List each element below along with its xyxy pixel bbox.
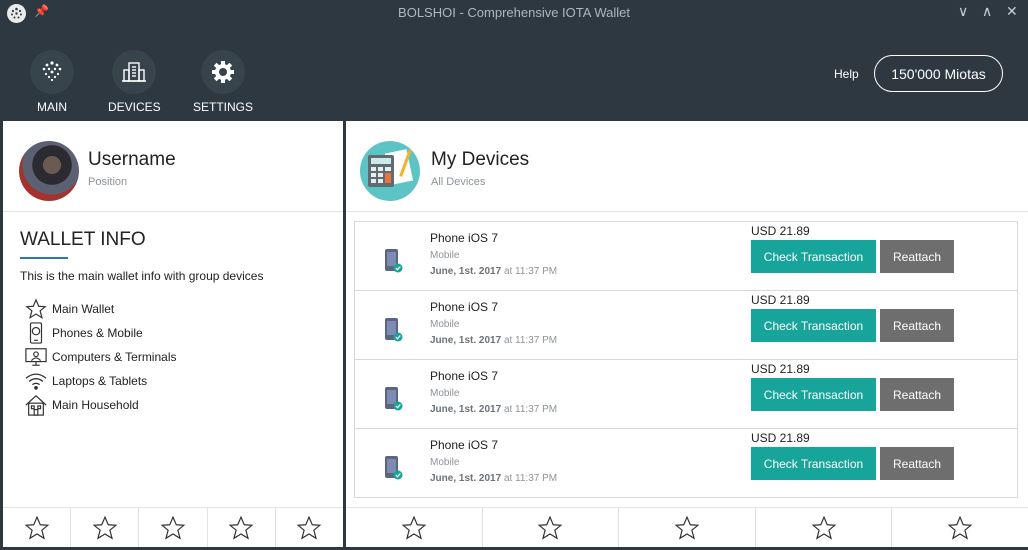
check-transaction-button[interactable]: Check Transaction bbox=[751, 378, 876, 411]
title-bar: 📌 BOLSHOI - Comprehensive IOTA Wallet ∨ … bbox=[0, 0, 1028, 26]
device-row: Phone iOS 7 Mobile June, 1st. 2017 at 11… bbox=[355, 360, 1017, 429]
group-item-label: Main Household bbox=[52, 398, 139, 412]
gear-icon bbox=[201, 50, 245, 94]
right-panel: My Devices All Devices Phone iOS 7 Mobil… bbox=[346, 121, 1028, 547]
reattach-button[interactable]: Reattach bbox=[880, 447, 954, 480]
group-item-phones[interactable]: Phones & Mobile bbox=[23, 321, 177, 345]
device-price: USD 21.89 bbox=[751, 224, 810, 238]
device-name: Phone iOS 7 bbox=[430, 369, 499, 383]
check-transaction-button[interactable]: Check Transaction bbox=[751, 447, 876, 480]
star-icon bbox=[23, 298, 49, 320]
favorite-star-icon[interactable] bbox=[619, 508, 756, 547]
nav-settings-label: SETTINGS bbox=[192, 100, 253, 114]
favorite-star-icon[interactable] bbox=[3, 508, 72, 547]
device-name: Phone iOS 7 bbox=[430, 438, 499, 452]
minimize-icon[interactable]: ∨ bbox=[958, 3, 968, 20]
nav-devices-label: DEVICES bbox=[108, 100, 161, 114]
phone-check-icon bbox=[384, 455, 404, 486]
window-title: BOLSHOI - Comprehensive IOTA Wallet bbox=[398, 5, 630, 20]
favorite-star-icon[interactable] bbox=[756, 508, 893, 547]
phone-check-icon bbox=[384, 248, 404, 279]
group-item-label: Computers & Terminals bbox=[52, 350, 177, 364]
favorite-star-icon[interactable] bbox=[276, 508, 343, 547]
reattach-button[interactable]: Reattach bbox=[880, 378, 954, 411]
profile-header: Username Position bbox=[3, 121, 343, 212]
group-item-label: Main Wallet bbox=[52, 302, 115, 316]
house-icon bbox=[23, 394, 49, 416]
favorite-star-icon[interactable] bbox=[139, 508, 208, 547]
device-price: USD 21.89 bbox=[751, 431, 810, 445]
computer-icon bbox=[23, 346, 49, 368]
device-time: at 11:37 PM bbox=[503, 335, 558, 346]
device-time: at 11:37 PM bbox=[503, 404, 558, 415]
devices-header: My Devices All Devices bbox=[346, 121, 1028, 212]
devices-title: My Devices bbox=[431, 149, 530, 170]
nav-settings[interactable]: SETTINGS bbox=[192, 50, 254, 114]
avatar[interactable] bbox=[19, 141, 79, 201]
wallet-info-description: This is the main wallet info with group … bbox=[20, 269, 264, 283]
device-name: Phone iOS 7 bbox=[430, 300, 499, 314]
phone-check-icon bbox=[384, 317, 404, 348]
nav-main[interactable]: MAIN bbox=[30, 50, 74, 114]
favorite-star-icon[interactable] bbox=[346, 508, 483, 547]
building-icon bbox=[112, 50, 156, 94]
device-time: at 11:37 PM bbox=[503, 266, 558, 277]
favorites-bar bbox=[346, 507, 1028, 547]
top-toolbar: MAIN DEVICES SETTINGS Help 150'000 Miota… bbox=[0, 26, 1028, 121]
device-date-value: June, 1st. 2017 bbox=[430, 335, 502, 346]
group-item-computers[interactable]: Computers & Terminals bbox=[23, 345, 177, 369]
favorite-star-icon[interactable] bbox=[483, 508, 620, 547]
device-time: at 11:37 PM bbox=[503, 473, 558, 484]
group-list: Main Wallet Phones & Mobile Computers & … bbox=[23, 297, 177, 417]
wallet-info-title: WALLET INFO bbox=[20, 229, 146, 250]
favorites-bar bbox=[3, 507, 343, 547]
device-type: Mobile bbox=[430, 250, 460, 261]
device-row: Phone iOS 7 Mobile June, 1st. 2017 at 11… bbox=[355, 429, 1017, 498]
check-transaction-button[interactable]: Check Transaction bbox=[751, 240, 876, 273]
device-type: Mobile bbox=[430, 457, 460, 468]
device-row: Phone iOS 7 Mobile June, 1st. 2017 at 11… bbox=[355, 291, 1017, 360]
device-date-value: June, 1st. 2017 bbox=[430, 473, 502, 484]
device-type: Mobile bbox=[430, 388, 460, 399]
group-item-household[interactable]: Main Household bbox=[23, 393, 177, 417]
favorite-star-icon[interactable] bbox=[892, 508, 1028, 547]
group-item-label: Phones & Mobile bbox=[52, 326, 143, 340]
profile-position: Position bbox=[88, 176, 128, 188]
nav-devices[interactable]: DEVICES bbox=[108, 50, 161, 114]
close-icon[interactable]: ✕ bbox=[1006, 3, 1018, 20]
device-date: June, 1st. 2017 at 11:37 PM bbox=[430, 335, 557, 346]
phone-icon bbox=[23, 322, 49, 344]
device-price: USD 21.89 bbox=[751, 362, 810, 376]
calculator-icon bbox=[360, 141, 420, 201]
help-link[interactable]: Help bbox=[834, 67, 859, 81]
left-panel: Username Position WALLET INFO This is th… bbox=[3, 121, 343, 547]
check-transaction-button[interactable]: Check Transaction bbox=[751, 309, 876, 342]
wifi-icon bbox=[23, 370, 49, 392]
device-date: June, 1st. 2017 at 11:37 PM bbox=[430, 404, 557, 415]
device-row: Phone iOS 7 Mobile June, 1st. 2017 at 11… bbox=[355, 222, 1017, 291]
group-item-laptops[interactable]: Laptops & Tablets bbox=[23, 369, 177, 393]
device-date: June, 1st. 2017 at 11:37 PM bbox=[430, 266, 557, 277]
device-name: Phone iOS 7 bbox=[430, 231, 499, 245]
device-list: Phone iOS 7 Mobile June, 1st. 2017 at 11… bbox=[354, 221, 1018, 498]
maximize-icon[interactable]: ∧ bbox=[982, 3, 992, 20]
iota-logo-icon bbox=[30, 50, 74, 94]
device-date-value: June, 1st. 2017 bbox=[430, 266, 502, 277]
device-price: USD 21.89 bbox=[751, 293, 810, 307]
group-item-main-wallet[interactable]: Main Wallet bbox=[23, 297, 177, 321]
favorite-star-icon[interactable] bbox=[208, 508, 276, 547]
device-date: June, 1st. 2017 at 11:37 PM bbox=[430, 473, 557, 484]
title-underline bbox=[20, 257, 68, 259]
device-type: Mobile bbox=[430, 319, 460, 330]
phone-check-icon bbox=[384, 386, 404, 417]
group-item-label: Laptops & Tablets bbox=[52, 374, 148, 388]
favorite-star-icon[interactable] bbox=[71, 508, 140, 547]
reattach-button[interactable]: Reattach bbox=[880, 240, 954, 273]
balance-button[interactable]: 150'000 Miotas bbox=[874, 55, 1003, 92]
nav-main-label: MAIN bbox=[37, 100, 67, 114]
profile-name: Username bbox=[88, 149, 176, 170]
reattach-button[interactable]: Reattach bbox=[880, 309, 954, 342]
devices-subtitle: All Devices bbox=[431, 176, 486, 188]
device-date-value: June, 1st. 2017 bbox=[430, 404, 502, 415]
